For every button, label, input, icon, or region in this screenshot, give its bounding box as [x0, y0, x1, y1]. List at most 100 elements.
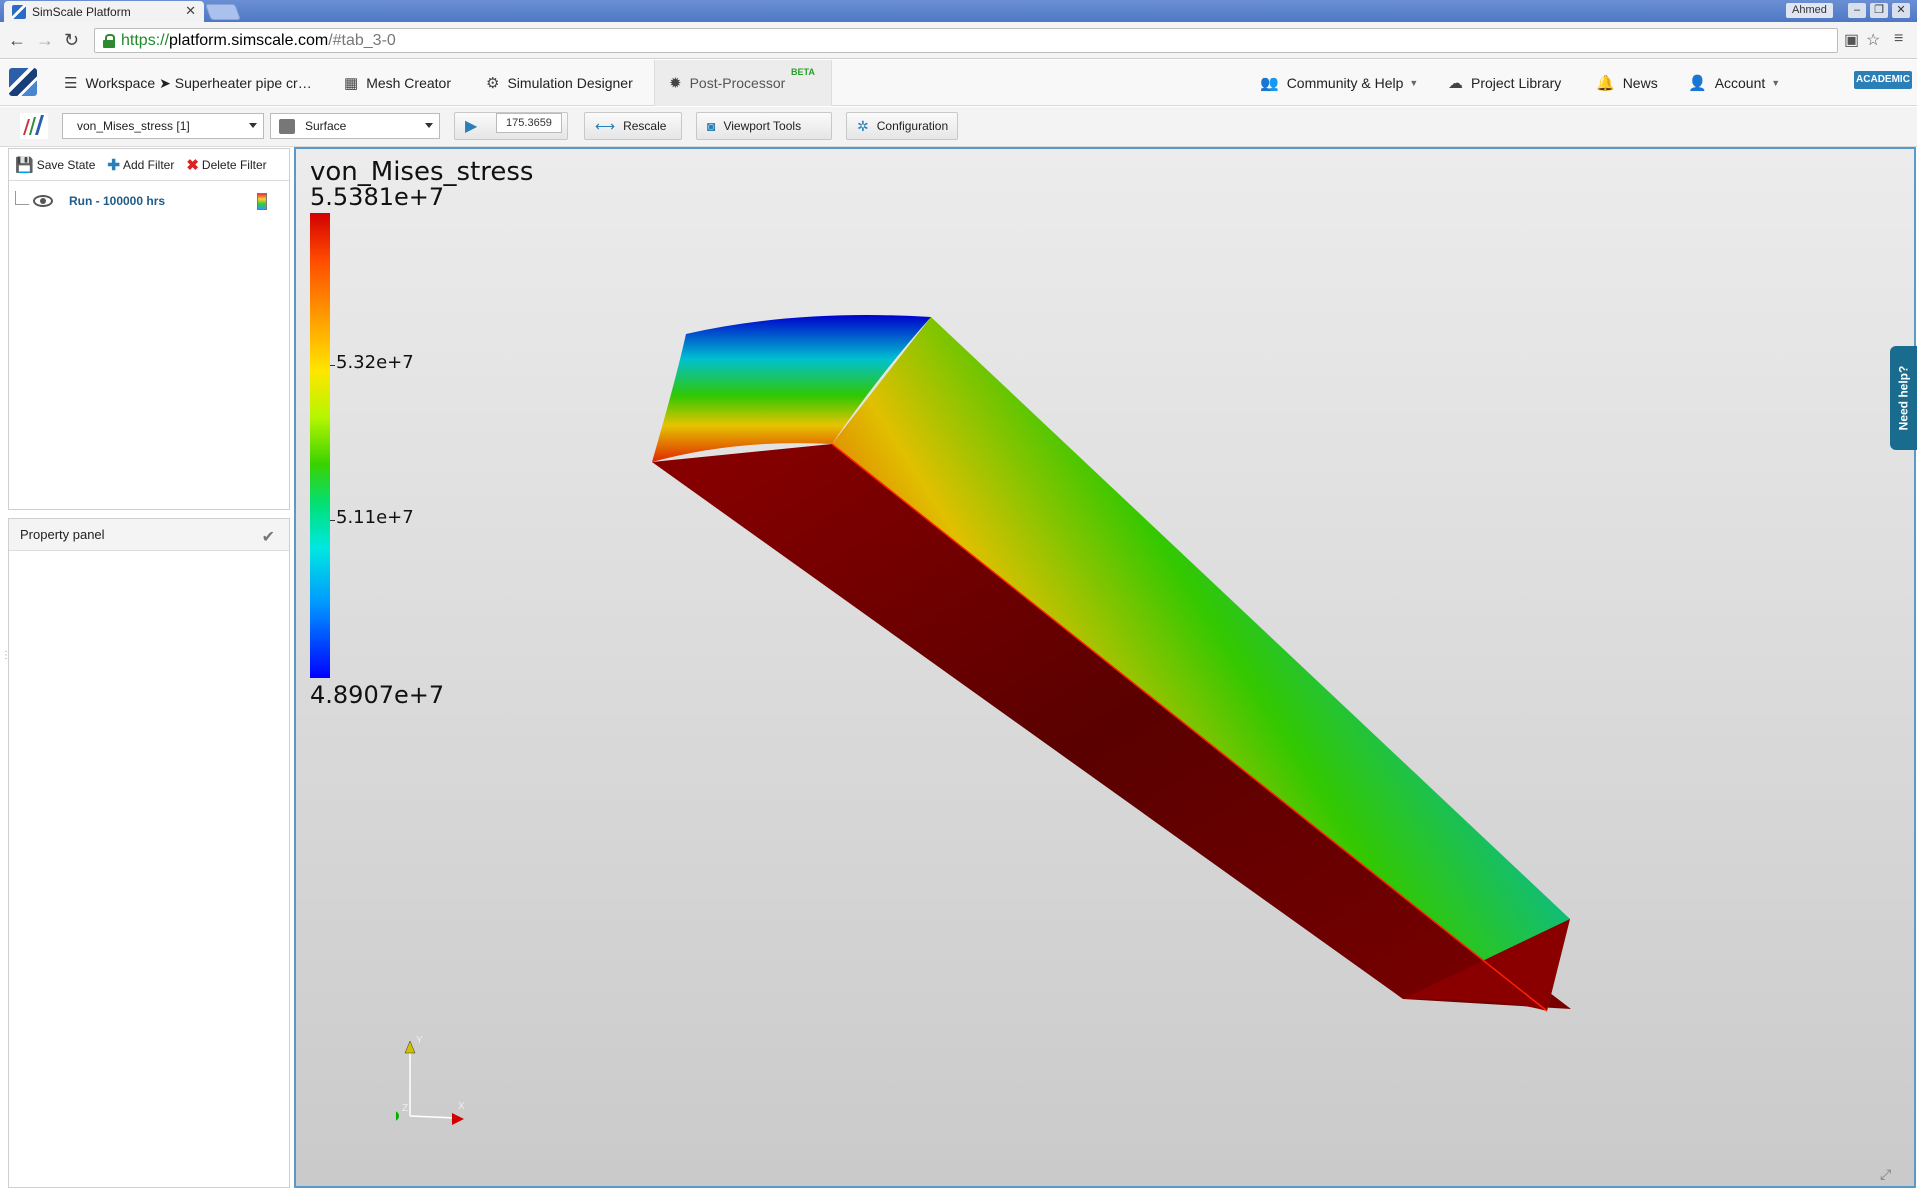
new-tab-button[interactable]: [205, 4, 241, 20]
expand-viewport-icon[interactable]: ⤢: [1880, 1166, 1891, 1183]
representation-select[interactable]: Surface: [270, 113, 440, 139]
post-processor-icon: ✹: [669, 75, 682, 92]
nav-community-help[interactable]: 👥 Community & Help ▼: [1260, 60, 1418, 106]
tab-title: SimScale Platform: [32, 4, 131, 19]
representation-select-value: Surface: [305, 119, 347, 133]
add-filter-label: Add Filter: [122, 157, 175, 172]
users-icon: 👥: [1260, 75, 1279, 92]
nav-news-label: News: [1622, 75, 1658, 91]
simscale-favicon-icon: [12, 4, 26, 19]
nav-project-library-label: Project Library: [1471, 75, 1562, 91]
camera-icon: ◙: [707, 118, 716, 134]
axis-z-label: Z: [402, 1103, 408, 1114]
legend-min-value: 4.8907e+7: [310, 681, 445, 709]
wrench-icon: ✲: [857, 117, 869, 134]
user-icon: 👤: [1688, 75, 1707, 92]
field-select[interactable]: von_Mises_stress [1]: [62, 113, 264, 139]
property-panel-header: Property panel ✔: [9, 519, 289, 551]
delete-filter-button[interactable]: ✖ Delete Filter: [186, 156, 266, 174]
browser-tab[interactable]: SimScale Platform ✕: [4, 1, 204, 22]
pipe-segment-model: [652, 315, 1571, 1012]
save-state-label: Save State: [36, 157, 96, 172]
save-state-button[interactable]: 💾 Save State: [15, 156, 95, 174]
url-input[interactable]: https:// platform.simscale.com /#tab_3-0: [94, 28, 1838, 53]
close-window-button[interactable]: ✕: [1892, 3, 1910, 18]
url-path: /#tab_3-0: [328, 31, 396, 49]
play-icon: ▶: [465, 118, 478, 135]
nav-post-processor-label: Post-Processor: [689, 75, 786, 91]
configuration-label: Configuration: [876, 119, 949, 133]
legend-max-value: 5.5381e+7: [310, 183, 445, 211]
workspace-icon: ☰: [64, 75, 78, 92]
chevron-down-icon: [425, 123, 433, 128]
close-tab-icon[interactable]: ✕: [185, 3, 196, 19]
panel-splitter-handle[interactable]: ⋮: [1, 650, 11, 661]
browser-title-bar: SimScale Platform ✕ Ahmed – ❐ ✕: [0, 0, 1917, 22]
extension-icon[interactable]: ▣: [1844, 30, 1859, 50]
nav-simulation-designer[interactable]: ⚙ Simulation Designer: [486, 60, 633, 106]
delete-filter-label: Delete Filter: [201, 157, 267, 172]
rescale-label: Rescale: [623, 119, 667, 133]
3d-viewport[interactable]: von_Mises_stress 5.5381e+7 5.32e+7 5.11e…: [294, 147, 1916, 1188]
nav-project-library[interactable]: ☁ Project Library: [1448, 60, 1561, 106]
hamburger-menu-icon[interactable]: ≡: [1894, 30, 1903, 48]
need-help-tab[interactable]: Need help?: [1890, 346, 1917, 450]
viewport-tools-button[interactable]: ◙ Viewport Tools: [696, 112, 832, 140]
time-value-input[interactable]: 175.3659: [496, 113, 562, 133]
pipeline-browser: 💾 Save State ✚ Add Filter ✖ Delete Filte…: [8, 148, 290, 510]
cloud-download-icon: ☁: [1448, 75, 1463, 92]
forward-arrow-icon[interactable]: →: [36, 30, 54, 51]
simscale-logo-icon[interactable]: [9, 68, 37, 96]
legend-tick: [330, 520, 335, 521]
nav-account[interactable]: 👤 Account ▼: [1688, 60, 1780, 106]
pipeline-toolbar: 💾 Save State ✚ Add Filter ✖ Delete Filte…: [9, 149, 289, 181]
nav-mesh-creator[interactable]: ▦ Mesh Creator: [344, 60, 451, 106]
chevron-down-icon: ▼: [1771, 78, 1781, 88]
app-navigation-bar: ☰ Workspace ➤ Superheater pipe cr… ▦ Mes…: [0, 60, 1917, 106]
cube-icon: [279, 119, 295, 134]
nav-simulation-designer-label: Simulation Designer: [507, 75, 633, 91]
property-panel: Property panel ✔: [8, 518, 290, 1188]
minimize-window-button[interactable]: –: [1848, 3, 1866, 18]
need-help-label: Need help?: [1896, 365, 1911, 431]
bell-icon: 🔔: [1596, 75, 1615, 92]
tree-connector: [15, 191, 29, 205]
back-arrow-icon[interactable]: ←: [8, 30, 26, 51]
color-map-icon[interactable]: [257, 193, 267, 210]
star-icon[interactable]: ☆: [1866, 30, 1880, 50]
legend-tick-label: 5.32e+7: [336, 352, 414, 373]
rescale-button[interactable]: ⟷ Rescale: [584, 112, 682, 140]
nav-account-label: Account: [1714, 75, 1766, 91]
reload-icon[interactable]: ↻: [64, 30, 79, 51]
lock-icon: [103, 33, 115, 48]
nav-mesh-creator-label: Mesh Creator: [366, 75, 451, 91]
property-panel-title: Property panel: [20, 527, 105, 542]
pipeline-item-label: Run - 100000 hrs: [69, 194, 166, 208]
restore-window-button[interactable]: ❐: [1870, 3, 1888, 18]
add-filter-button[interactable]: ✚ Add Filter: [107, 156, 174, 174]
legend-tick-label: 5.11e+7: [336, 507, 414, 528]
browser-user-chip[interactable]: Ahmed: [1786, 3, 1833, 18]
beta-badge: BETA: [791, 67, 815, 77]
grid-icon: ▦: [344, 75, 359, 92]
nav-community-label: Community & Help: [1286, 75, 1404, 91]
floppy-disk-icon: 💾: [15, 156, 34, 174]
configuration-button[interactable]: ✲ Configuration: [846, 112, 958, 140]
chevron-down-icon: ▼: [1409, 78, 1419, 88]
color-legend-bar: [310, 213, 330, 678]
nav-workspace[interactable]: ☰ Workspace ➤ Superheater pipe cr…: [64, 60, 312, 106]
paraview-logo-icon: [20, 113, 48, 139]
chevron-down-icon: [249, 123, 257, 128]
pipeline-item[interactable]: Run - 100000 hrs: [9, 191, 291, 215]
field-select-value: von_Mises_stress [1]: [77, 119, 190, 133]
academic-badge: ACADEMIC: [1854, 71, 1912, 89]
viewport-tools-label: Viewport Tools: [723, 119, 802, 133]
nav-news[interactable]: 🔔 News: [1596, 60, 1658, 106]
eye-visibility-icon[interactable]: [33, 195, 53, 207]
checkmark-apply-icon[interactable]: ✔: [262, 527, 275, 547]
gears-icon: ⚙: [486, 75, 500, 92]
plus-icon: ✚: [107, 156, 120, 174]
post-processor-toolbar: von_Mises_stress [1] Surface ▶ ⟷ Rescale…: [0, 107, 1917, 147]
axis-y-label: Y: [416, 1035, 423, 1046]
nav-post-processor[interactable]: ✹ Post-Processor BETA: [654, 60, 832, 106]
